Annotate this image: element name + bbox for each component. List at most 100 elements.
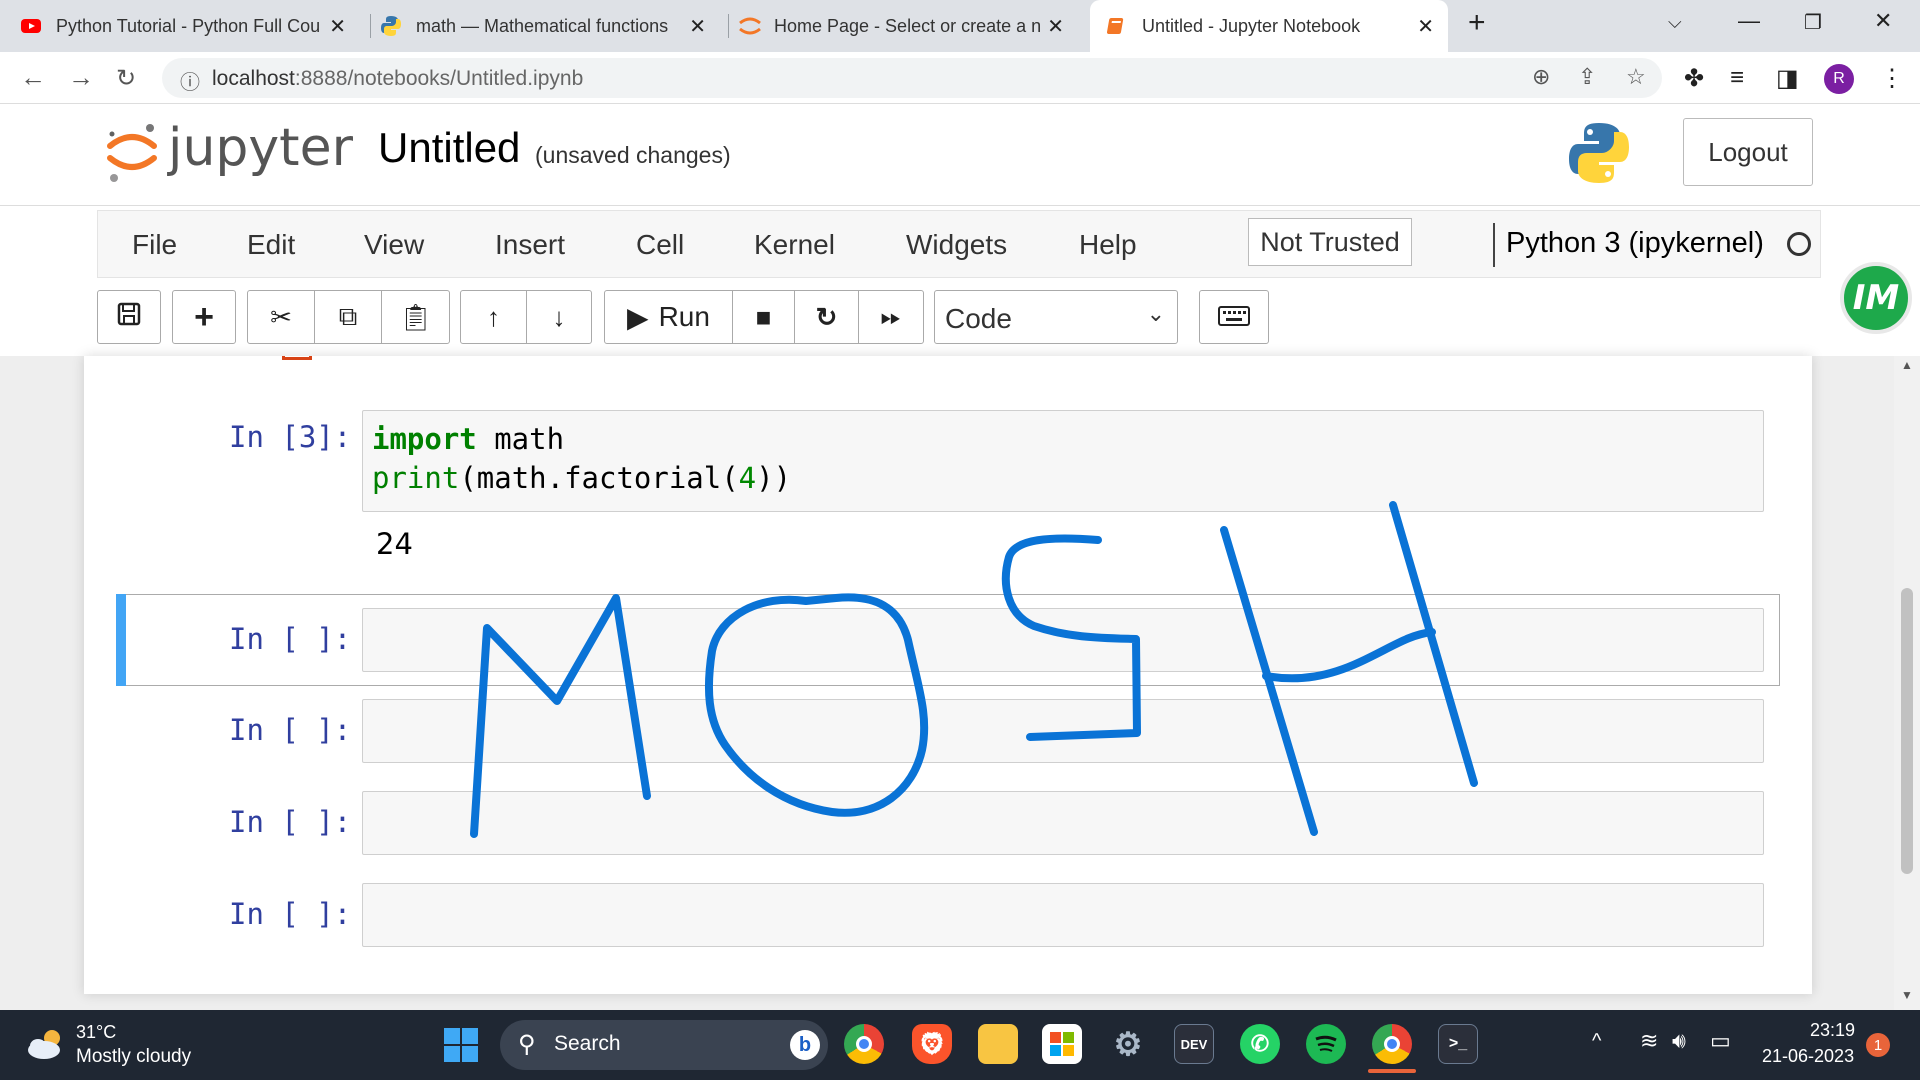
notification-badge[interactable]: 1 xyxy=(1866,1033,1890,1057)
weather-temperature[interactable]: 31°C xyxy=(76,1022,116,1043)
forward-icon[interactable]: → xyxy=(68,62,94,93)
im-extension-badge[interactable]: IM xyxy=(1840,262,1912,334)
site-info-icon[interactable]: ⓘ xyxy=(180,66,200,95)
insert-cell-button[interactable]: + xyxy=(173,291,235,343)
kernel-idle-indicator-icon xyxy=(1787,232,1811,256)
chrome-icon[interactable] xyxy=(844,1024,884,1064)
menu-edit[interactable]: Edit xyxy=(247,229,295,261)
file-explorer-icon[interactable] xyxy=(978,1024,1018,1064)
dev-home-icon[interactable]: DEV xyxy=(1174,1024,1214,1064)
menu-help[interactable]: Help xyxy=(1079,229,1137,261)
bing-icon[interactable]: b xyxy=(790,1030,820,1060)
tab-math-docs[interactable]: math — Mathematical functions ✕ xyxy=(380,0,720,52)
omnibox[interactable]: ⓘ localhost:8888/notebooks/Untitled.ipyn… xyxy=(162,58,1662,98)
menu-file[interactable]: File xyxy=(132,229,177,261)
chrome-profile-icon[interactable] xyxy=(1372,1024,1412,1064)
save-status: (unsaved changes) xyxy=(535,142,731,168)
battery-icon[interactable]: ▭ xyxy=(1710,1028,1731,1054)
code-editor[interactable] xyxy=(362,883,1764,947)
restart-run-all-button[interactable]: ⏩︎ xyxy=(859,291,923,343)
move-down-button[interactable]: ↓ xyxy=(527,291,591,343)
clipboard-group: ✂ ⧉ 📋︎ xyxy=(247,290,450,344)
code-editor[interactable]: import math print(math.factorial(4)) xyxy=(362,410,1764,512)
restart-button[interactable]: ↻ xyxy=(795,291,859,343)
weather-description[interactable]: Mostly cloudy xyxy=(76,1046,191,1068)
tab-untitled-notebook[interactable]: Untitled - Jupyter Notebook ✕ xyxy=(1090,0,1448,52)
close-icon[interactable]: ✕ xyxy=(329,14,346,39)
copy-icon: ⧉ xyxy=(338,301,358,331)
code-editor[interactable] xyxy=(362,608,1764,672)
tab-title: Untitled - Jupyter Notebook xyxy=(1142,15,1361,36)
back-icon[interactable]: ← xyxy=(20,62,46,93)
scroll-up-icon[interactable]: ▲ xyxy=(1901,358,1913,372)
clock-time[interactable]: 23:19 xyxy=(1810,1020,1855,1041)
page-scrollbar[interactable]: ▲ ▼ xyxy=(1894,356,1920,1010)
browser-menu-icon[interactable]: ⋮ xyxy=(1880,64,1904,93)
url-path: :8888/notebooks/Untitled.ipynb xyxy=(294,67,584,90)
copy-button[interactable]: ⧉ xyxy=(315,291,382,343)
tab-jupyter-home[interactable]: Home Page - Select or create a n ✕ xyxy=(738,0,1078,52)
side-panel-icon[interactable]: ◨ xyxy=(1776,64,1799,93)
extensions-icon[interactable]: ✤ xyxy=(1684,64,1704,93)
cloudy-weather-icon[interactable] xyxy=(24,1026,68,1067)
cut-button[interactable]: ✂ xyxy=(248,291,315,343)
logout-button[interactable]: Logout xyxy=(1683,118,1813,186)
kernel-name[interactable]: Python 3 (ipykernel) xyxy=(1506,227,1764,260)
tab-title: math — Mathematical functions xyxy=(416,15,669,36)
cell-type-select[interactable]: Code ⌄ xyxy=(934,290,1178,344)
jupyter-logo-icon[interactable] xyxy=(104,120,160,189)
brave-icon[interactable]: 🦁︎ xyxy=(912,1024,952,1064)
share-icon[interactable]: ⇪ xyxy=(1578,64,1596,90)
clock-date[interactable]: 21-06-2023 xyxy=(1762,1046,1854,1067)
scroll-down-icon[interactable]: ▼ xyxy=(1901,988,1913,1002)
tab-python-tutorial[interactable]: Python Tutorial - Python Full Cou ✕ xyxy=(20,0,360,52)
interrupt-button[interactable]: ■ xyxy=(733,291,795,343)
menu-cell[interactable]: Cell xyxy=(636,229,684,261)
code-editor[interactable] xyxy=(362,791,1764,855)
move-up-button[interactable]: ↑ xyxy=(461,291,527,343)
notebook-name[interactable]: Untitled xyxy=(378,124,520,172)
close-icon[interactable]: ✕ xyxy=(1047,14,1064,39)
jupyter-logo-text[interactable]: jupyter xyxy=(168,118,353,178)
search-label: Search xyxy=(554,1032,621,1055)
url-text[interactable]: localhost:8888/notebooks/Untitled.ipynb xyxy=(212,67,583,91)
scroll-thumb[interactable] xyxy=(1901,588,1913,874)
taskbar-search[interactable]: ⚲ Search b xyxy=(500,1020,828,1070)
save-button[interactable] xyxy=(98,291,160,343)
minimize-icon[interactable]: — xyxy=(1738,8,1760,34)
menu-view[interactable]: View xyxy=(364,229,424,261)
new-tab-icon[interactable]: + xyxy=(1468,6,1486,40)
jupyter-notebook-icon xyxy=(1106,15,1128,37)
tab-search-chevron-icon[interactable]: ⌵ xyxy=(1668,12,1682,33)
menu-insert[interactable]: Insert xyxy=(495,229,565,261)
code-editor[interactable] xyxy=(362,699,1764,763)
close-icon[interactable]: ✕ xyxy=(689,14,706,39)
bookmark-star-icon[interactable]: ☆ xyxy=(1626,64,1646,90)
volume-icon[interactable]: 🔊︎ xyxy=(1672,1028,1686,1054)
menu-widgets[interactable]: Widgets xyxy=(906,229,1007,261)
windows-start-icon[interactable] xyxy=(444,1028,478,1067)
close-icon[interactable]: ✕ xyxy=(1417,14,1434,39)
command-palette-button[interactable] xyxy=(1200,291,1268,343)
code-number: 4 xyxy=(738,461,757,495)
run-button[interactable]: ▶ Run xyxy=(605,291,733,343)
zoom-icon[interactable]: ⊕ xyxy=(1532,64,1550,90)
whatsapp-icon[interactable]: ✆ xyxy=(1240,1024,1280,1064)
terminal-icon[interactable]: >_ xyxy=(1438,1024,1478,1064)
paste-icon: 📋︎ xyxy=(398,301,432,332)
command-palette-group xyxy=(1199,290,1269,344)
settings-gear-icon[interactable]: ⚙ xyxy=(1108,1024,1148,1064)
address-toolbar: ← → ↻ ⓘ localhost:8888/notebooks/Untitle… xyxy=(0,52,1920,104)
wifi-icon[interactable]: ≋ xyxy=(1640,1028,1658,1054)
restore-icon[interactable]: ❐ xyxy=(1804,10,1822,35)
microsoft-store-icon[interactable] xyxy=(1042,1024,1082,1064)
profile-avatar[interactable]: R xyxy=(1824,64,1854,94)
not-trusted-button[interactable]: Not Trusted xyxy=(1248,218,1412,266)
media-control-icon[interactable]: ≡ xyxy=(1730,64,1744,92)
menu-kernel[interactable]: Kernel xyxy=(754,229,835,261)
close-window-icon[interactable]: ✕ xyxy=(1874,8,1892,34)
reload-icon[interactable]: ↻ xyxy=(116,64,136,93)
spotify-icon[interactable] xyxy=(1306,1024,1346,1064)
chevron-up-icon[interactable]: ^ xyxy=(1592,1030,1601,1053)
paste-button[interactable]: 📋︎ xyxy=(382,291,449,343)
